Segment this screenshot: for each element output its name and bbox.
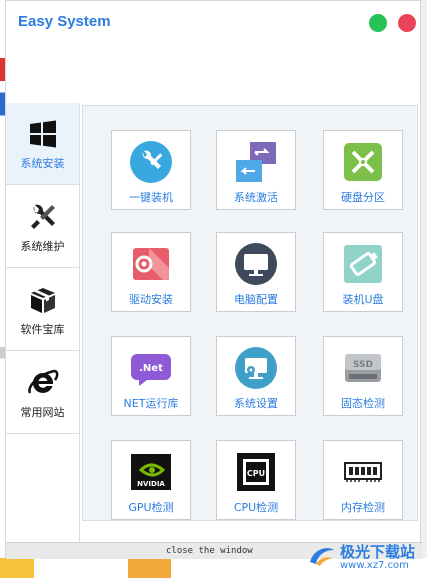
sidebar-item-label: 系统维护 xyxy=(20,239,65,253)
dotnet-icon: .Net xyxy=(128,345,174,391)
driver-install-icon xyxy=(128,241,174,287)
minimize-button[interactable] xyxy=(369,14,387,32)
tool-label: 固态检测 xyxy=(341,397,385,410)
sidebar-item-software-library[interactable]: 软件宝库 xyxy=(6,269,79,351)
sidebar-item-label: 系统安装 xyxy=(20,156,65,170)
one-click-install-icon xyxy=(128,139,174,185)
tool-driver-install[interactable]: 驱动安装 xyxy=(111,232,191,312)
svg-text:NVIDIA: NVIDIA xyxy=(137,480,165,488)
tool-usb-installer[interactable]: 装机U盘 xyxy=(323,232,403,312)
tool-system-settings[interactable]: 系统设置 xyxy=(216,336,296,416)
box-icon xyxy=(26,283,60,317)
app-window: Easy System 系统安装 系统维护 软件宝库 常用网站 一键装机 系统激… xyxy=(5,0,422,559)
svg-text:SSD: SSD xyxy=(353,360,373,370)
usb-drive-icon xyxy=(340,241,386,287)
watermark-text: 极光下载站 www.xz7.com xyxy=(340,544,415,572)
tool-label: GPU检测 xyxy=(128,501,174,514)
windows-icon xyxy=(26,117,60,151)
monitor-icon xyxy=(233,241,279,287)
close-window-link[interactable]: close the window xyxy=(166,546,253,556)
svg-text:CPU: CPU xyxy=(247,469,265,478)
tools-panel: 一键装机 系统激活 硬盘分区 驱动安装 电脑配置 装机U盘 .Net NET运行… xyxy=(82,105,418,521)
tool-label: 装机U盘 xyxy=(342,293,384,306)
sidebar-item-system-install[interactable]: 系统安装 xyxy=(6,103,79,185)
tool-gpu-check[interactable]: NVIDIA GPU检测 xyxy=(111,440,191,520)
tool-label: 系统设置 xyxy=(234,397,278,410)
tool-label: CPU检测 xyxy=(233,501,279,514)
tool-ssd-check[interactable]: SSD 固态检测 xyxy=(323,336,403,416)
ssd-icon: SSD xyxy=(340,345,386,391)
tool-dotnet-runtime[interactable]: .Net NET运行库 xyxy=(111,336,191,416)
system-activate-icon xyxy=(233,139,279,185)
tool-label: 驱动安装 xyxy=(129,293,173,306)
tool-label: 一键装机 xyxy=(129,191,173,204)
tool-label: 系统激活 xyxy=(234,191,278,204)
tool-label: 硬盘分区 xyxy=(341,191,385,204)
disk-partition-icon xyxy=(340,139,386,185)
nvidia-icon: NVIDIA xyxy=(128,449,174,495)
tool-label: 电脑配置 xyxy=(234,293,278,306)
watermark: 极光下载站 www.xz7.com xyxy=(308,544,415,572)
sidebar-item-label: 软件宝库 xyxy=(20,322,65,336)
ie-browser-icon xyxy=(26,366,60,400)
tool-label: NET运行库 xyxy=(123,397,179,410)
watermark-url: www.xz7.com xyxy=(339,560,409,571)
tool-disk-partition[interactable]: 硬盘分区 xyxy=(323,130,403,210)
background-right-strip xyxy=(420,0,427,578)
tool-memory-check[interactable]: 内存检测 xyxy=(323,440,403,520)
tool-cpu-check[interactable]: CPU CPU检测 xyxy=(216,440,296,520)
memory-icon xyxy=(340,449,386,495)
cpu-icon: CPU xyxy=(233,449,279,495)
sidebar: 系统安装 系统维护 软件宝库 常用网站 xyxy=(6,103,80,543)
svg-text:.Net: .Net xyxy=(139,363,163,374)
tool-system-activate[interactable]: 系统激活 xyxy=(216,130,296,210)
tool-label: 内存检测 xyxy=(341,501,385,514)
wrench-screwdriver-icon xyxy=(26,200,60,234)
tool-one-click-install[interactable]: 一键装机 xyxy=(111,130,191,210)
settings-monitor-icon xyxy=(233,345,279,391)
window-title: Easy System xyxy=(18,13,111,30)
sidebar-item-label: 常用网站 xyxy=(20,405,65,419)
sidebar-item-system-maintenance[interactable]: 系统维护 xyxy=(6,186,79,268)
watermark-name: 极光下载站 xyxy=(339,543,415,561)
tool-pc-config[interactable]: 电脑配置 xyxy=(216,232,296,312)
close-button[interactable] xyxy=(398,14,416,32)
aurora-logo-icon xyxy=(308,544,336,572)
sidebar-item-common-websites[interactable]: 常用网站 xyxy=(6,352,79,434)
